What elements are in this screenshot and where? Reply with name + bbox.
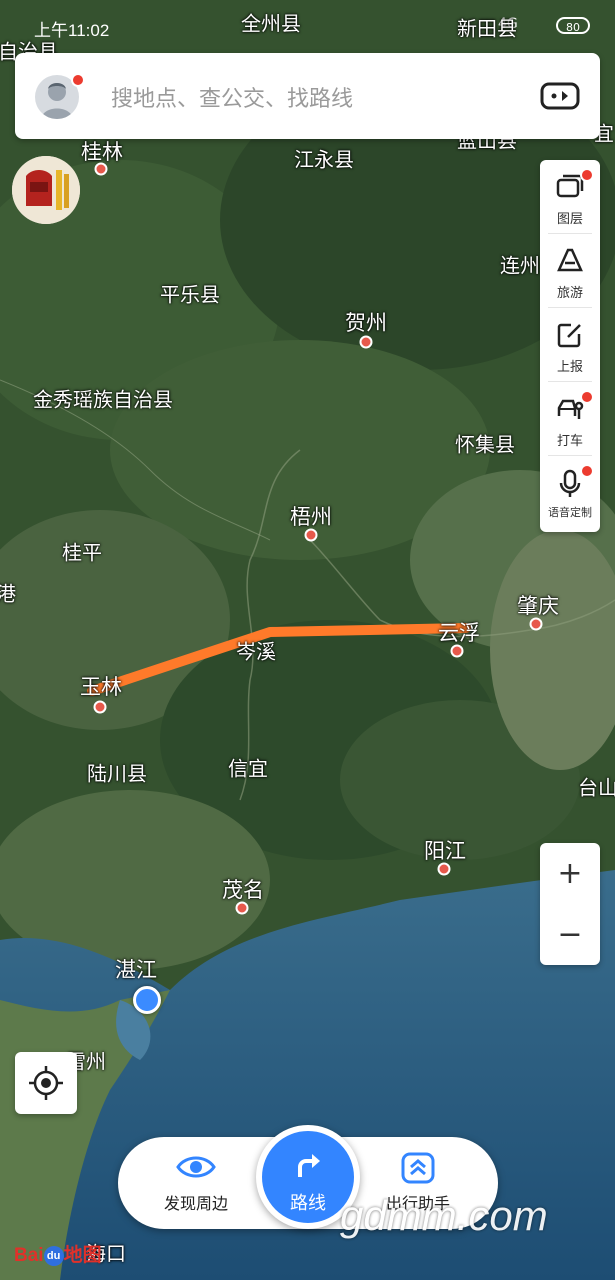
map-label[interactable]: 梧州 (290, 501, 332, 531)
map-label[interactable]: 阳江 (424, 835, 466, 865)
status-bar: 上午11:02 4G 80 (0, 0, 615, 46)
map-label[interactable]: 湛江 (115, 954, 157, 984)
map-label[interactable]: 桂平 (62, 537, 102, 566)
tool-layers[interactable]: 图层 (540, 160, 600, 234)
map-label[interactable]: 肇庆 (517, 590, 559, 620)
city-dot (304, 528, 318, 542)
baidu-map-logo: Bai du 地图 (14, 1240, 102, 1267)
nav-discover[interactable]: 发现周边 (136, 1137, 256, 1229)
map-label[interactable]: 岑溪 (236, 636, 276, 665)
map-label[interactable]: 全州县 (241, 8, 301, 37)
tool-label: 打车 (556, 434, 583, 449)
tool-label: 旅游 (556, 286, 583, 301)
map-label[interactable]: 金秀瑶族自治县 (33, 384, 173, 413)
city-dot (94, 162, 108, 176)
travel-icon (557, 248, 583, 272)
search-bar[interactable]: 搜地点、查公交、找路线 (15, 53, 600, 139)
tool-voice[interactable]: 语音定制 (540, 456, 600, 530)
tool-taxi[interactable]: 打车 (540, 382, 600, 456)
paw-icon: du (43, 1245, 64, 1266)
logo-text: Bai (14, 1245, 44, 1266)
search-placeholder[interactable]: 搜地点、查公交、找路线 (111, 81, 353, 113)
city-dot (450, 644, 464, 658)
assistant-icon (401, 1152, 435, 1184)
map-label[interactable]: 怀集县 (455, 429, 515, 458)
zoom-out-button[interactable]: − (540, 904, 600, 965)
logo-map-text: 地图 (63, 1245, 102, 1266)
tool-travel[interactable]: 旅游 (540, 234, 600, 308)
map-label[interactable]: 玉林 (80, 671, 122, 701)
tool-label: 上报 (556, 360, 583, 375)
map-label[interactable]: 港 (0, 578, 16, 607)
tool-report[interactable]: 上报 (540, 308, 600, 382)
map-label[interactable]: 茂名 (222, 874, 264, 904)
map-label[interactable]: 平乐县 (160, 279, 220, 308)
map-label[interactable]: 桂林 (81, 136, 123, 166)
notification-dot (580, 390, 594, 404)
eye-icon (176, 1156, 216, 1178)
city-dot (359, 335, 373, 349)
crosshair-icon (29, 1066, 63, 1100)
tool-label: 语音定制 (548, 506, 592, 519)
map-label[interactable]: 连州 (500, 250, 540, 279)
city-dot (93, 700, 107, 714)
zoom-control: + − (540, 843, 600, 965)
map-tools-panel: 图层 旅游 上报 打车 语音定制 (540, 160, 600, 532)
tool-label: 图层 (556, 212, 583, 227)
nav-discover-label: 发现周边 (163, 1194, 228, 1213)
map-label[interactable]: 陆川县 (87, 758, 147, 787)
city-dot (529, 617, 543, 631)
scan-icon[interactable] (540, 81, 580, 111)
city-dot (235, 901, 249, 915)
notification-dot (580, 464, 594, 478)
satellite-map[interactable] (0, 0, 615, 1280)
notification-dot (580, 168, 594, 182)
zoom-in-button[interactable]: + (540, 843, 600, 904)
battery-icon: 80 (556, 17, 590, 34)
map-label[interactable]: 信宜 (228, 753, 268, 782)
current-location-marker (133, 986, 161, 1014)
map-label[interactable]: 江永县 (294, 144, 354, 173)
notification-dot (71, 73, 85, 87)
map-label[interactable]: 云浮 (438, 617, 480, 647)
map-label[interactable]: 台山 (578, 772, 615, 801)
locate-button[interactable] (15, 1052, 77, 1114)
city-dot (437, 862, 451, 876)
map-label[interactable]: 贺州 (345, 307, 387, 337)
report-icon (557, 323, 581, 348)
watermark-text: gdmm.com (340, 1192, 548, 1239)
map-label[interactable]: 新田县 (457, 13, 517, 42)
route-arrow-icon (298, 1154, 320, 1177)
promo-banner-icon[interactable] (12, 156, 80, 224)
